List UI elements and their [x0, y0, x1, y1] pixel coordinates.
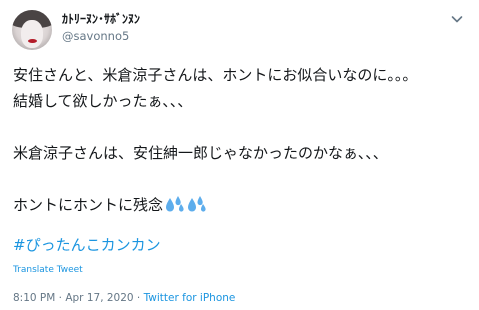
sweat-droplets-icon: [164, 195, 208, 215]
translate-tweet-link[interactable]: Translate Tweet: [13, 264, 83, 276]
user-info[interactable]: ｶﾄﾘｰﾇﾝ･ｻﾎﾞﾝﾇﾝ @savonno5: [62, 11, 140, 44]
tweet-source-link[interactable]: Twitter for iPhone: [144, 292, 236, 304]
tweet-line: 米倉涼子さんは、安住紳一郎じゃなかったのかなぁ、、、: [13, 144, 388, 162]
meta-separator: ·: [55, 292, 66, 304]
chevron-down-icon[interactable]: [449, 11, 465, 27]
tweet-line: 結婚して欲しかったぁ、、、: [13, 92, 193, 110]
display-name[interactable]: ｶﾄﾘｰﾇﾝ･ｻﾎﾞﾝﾇﾝ: [62, 11, 140, 28]
avatar[interactable]: [12, 10, 52, 50]
hashtag-link[interactable]: #ぴったんこカンカン: [13, 235, 161, 255]
tweet-time[interactable]: 8:10 PM: [13, 292, 55, 304]
avatar-face: [21, 20, 43, 48]
tweet-line-last: ホントにホントに残念: [13, 192, 468, 218]
tweet-line: 安住さんと、米倉涼子さんは、ホントにお似合いなのに。。。: [13, 66, 418, 84]
tweet-text: 安住さんと、米倉涼子さんは、ホントにお似合いなのに。。。 結婚して欲しかったぁ、…: [13, 62, 468, 218]
avatar-lips: [28, 39, 37, 43]
tweet-meta: 8:10 PM · Apr 17, 2020 · Twitter for iPh…: [13, 291, 235, 305]
tweet-date[interactable]: Apr 17, 2020: [65, 292, 133, 304]
user-handle[interactable]: @savonno5: [62, 28, 140, 44]
tweet-line-text: ホントにホントに残念: [13, 196, 164, 214]
meta-separator: ·: [133, 292, 144, 304]
